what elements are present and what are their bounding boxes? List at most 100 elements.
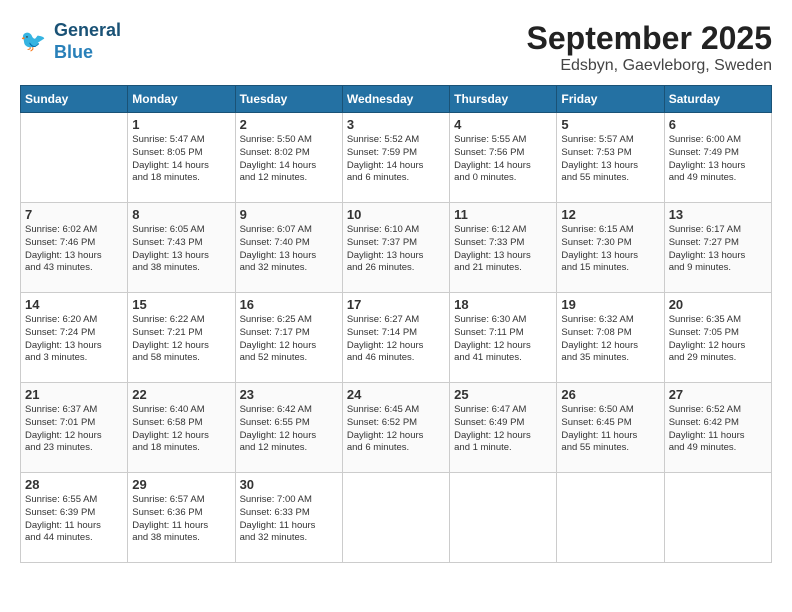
day-number: 22 bbox=[132, 387, 230, 402]
day-content: Sunrise: 6:35 AM Sunset: 7:05 PM Dayligh… bbox=[669, 314, 767, 365]
calendar-header-row: SundayMondayTuesdayWednesdayThursdayFrid… bbox=[21, 86, 772, 113]
day-number: 19 bbox=[561, 297, 659, 312]
month-title: September 2025 bbox=[527, 20, 772, 57]
day-content: Sunrise: 7:00 AM Sunset: 6:33 PM Dayligh… bbox=[240, 494, 338, 545]
day-content: Sunrise: 6:42 AM Sunset: 6:55 PM Dayligh… bbox=[240, 404, 338, 455]
title-section: September 2025 Edsbyn, Gaevleborg, Swede… bbox=[527, 20, 772, 75]
day-content: Sunrise: 5:55 AM Sunset: 7:56 PM Dayligh… bbox=[454, 134, 552, 185]
calendar-cell: 10Sunrise: 6:10 AM Sunset: 7:37 PM Dayli… bbox=[342, 203, 449, 293]
logo: 🐦 General Blue bbox=[20, 20, 121, 63]
day-number: 12 bbox=[561, 207, 659, 222]
day-number: 21 bbox=[25, 387, 123, 402]
calendar-cell: 13Sunrise: 6:17 AM Sunset: 7:27 PM Dayli… bbox=[664, 203, 771, 293]
calendar-cell: 9 Sunrise: 6:07 AM Sunset: 7:40 PM Daylig… bbox=[235, 203, 342, 293]
day-number: 24 bbox=[347, 387, 445, 402]
day-content: Sunrise: 6:12 AM Sunset: 7:33 PM Dayligh… bbox=[454, 224, 552, 275]
day-number: 25 bbox=[454, 387, 552, 402]
day-number: 4 bbox=[454, 117, 552, 132]
calendar-week-1: 1Sunrise: 5:47 AM Sunset: 8:05 PM Daylig… bbox=[21, 113, 772, 203]
day-content: Sunrise: 5:50 AM Sunset: 8:02 PM Dayligh… bbox=[240, 134, 338, 185]
day-content: Sunrise: 6:00 AM Sunset: 7:49 PM Dayligh… bbox=[669, 134, 767, 185]
calendar-cell: 19 Sunrise: 6:32 AM Sunset: 7:08 PM Dayli… bbox=[557, 293, 664, 383]
day-content: Sunrise: 6:02 AM Sunset: 7:46 PM Dayligh… bbox=[25, 224, 123, 275]
day-content: Sunrise: 6:10 AM Sunset: 7:37 PM Dayligh… bbox=[347, 224, 445, 275]
page-header: 🐦 General Blue September 2025 Edsbyn, Ga… bbox=[20, 20, 772, 75]
day-content: Sunrise: 6:17 AM Sunset: 7:27 PM Dayligh… bbox=[669, 224, 767, 275]
column-header-friday: Friday bbox=[557, 86, 664, 113]
day-number: 5 bbox=[561, 117, 659, 132]
calendar-week-3: 14 Sunrise: 6:20 AM Sunset: 7:24 PM Dayli… bbox=[21, 293, 772, 383]
column-header-wednesday: Wednesday bbox=[342, 86, 449, 113]
location-title: Edsbyn, Gaevleborg, Sweden bbox=[527, 57, 772, 75]
calendar-cell bbox=[557, 473, 664, 563]
svg-text:🐦: 🐦 bbox=[20, 30, 46, 53]
day-number: 15 bbox=[132, 297, 230, 312]
calendar-cell: 21 Sunrise: 6:37 AM Sunset: 7:01 PM Dayli… bbox=[21, 383, 128, 473]
column-header-tuesday: Tuesday bbox=[235, 86, 342, 113]
day-content: Sunrise: 6:45 AM Sunset: 6:52 PM Dayligh… bbox=[347, 404, 445, 455]
calendar-cell: 29 Sunrise: 6:57 AM Sunset: 6:36 PM Dayli… bbox=[128, 473, 235, 563]
calendar-table: SundayMondayTuesdayWednesdayThursdayFrid… bbox=[20, 85, 772, 563]
calendar-cell bbox=[664, 473, 771, 563]
day-content: Sunrise: 6:25 AM Sunset: 7:17 PM Dayligh… bbox=[240, 314, 338, 365]
day-content: Sunrise: 6:57 AM Sunset: 6:36 PM Dayligh… bbox=[132, 494, 230, 545]
calendar-cell: 26 Sunrise: 6:50 AM Sunset: 6:45 PM Dayli… bbox=[557, 383, 664, 473]
day-content: Sunrise: 6:15 AM Sunset: 7:30 PM Dayligh… bbox=[561, 224, 659, 275]
day-content: Sunrise: 6:20 AM Sunset: 7:24 PM Dayligh… bbox=[25, 314, 123, 365]
day-content: Sunrise: 6:07 AM Sunset: 7:40 PM Dayligh… bbox=[240, 224, 338, 275]
calendar-cell: 22 Sunrise: 6:40 AM Sunset: 6:58 PM Dayli… bbox=[128, 383, 235, 473]
day-number: 14 bbox=[25, 297, 123, 312]
calendar-cell: 7 Sunrise: 6:02 AM Sunset: 7:46 PM Daylig… bbox=[21, 203, 128, 293]
day-number: 17 bbox=[347, 297, 445, 312]
calendar-cell: 14 Sunrise: 6:20 AM Sunset: 7:24 PM Dayli… bbox=[21, 293, 128, 383]
column-header-sunday: Sunday bbox=[21, 86, 128, 113]
calendar-cell bbox=[342, 473, 449, 563]
day-number: 18 bbox=[454, 297, 552, 312]
day-content: Sunrise: 6:37 AM Sunset: 7:01 PM Dayligh… bbox=[25, 404, 123, 455]
day-content: Sunrise: 6:05 AM Sunset: 7:43 PM Dayligh… bbox=[132, 224, 230, 275]
day-content: Sunrise: 6:32 AM Sunset: 7:08 PM Dayligh… bbox=[561, 314, 659, 365]
calendar-cell: 20 Sunrise: 6:35 AM Sunset: 7:05 PM Dayli… bbox=[664, 293, 771, 383]
day-number: 20 bbox=[669, 297, 767, 312]
calendar-cell: 23 Sunrise: 6:42 AM Sunset: 6:55 PM Dayli… bbox=[235, 383, 342, 473]
calendar-cell: 27Sunrise: 6:52 AM Sunset: 6:42 PM Dayli… bbox=[664, 383, 771, 473]
day-content: Sunrise: 6:50 AM Sunset: 6:45 PM Dayligh… bbox=[561, 404, 659, 455]
day-content: Sunrise: 6:22 AM Sunset: 7:21 PM Dayligh… bbox=[132, 314, 230, 365]
day-content: Sunrise: 6:27 AM Sunset: 7:14 PM Dayligh… bbox=[347, 314, 445, 365]
day-number: 23 bbox=[240, 387, 338, 402]
calendar-cell: 3 Sunrise: 5:52 AM Sunset: 7:59 PM Daylig… bbox=[342, 113, 449, 203]
day-number: 28 bbox=[25, 477, 123, 492]
calendar-cell: 6 Sunrise: 6:00 AM Sunset: 7:49 PM Daylig… bbox=[664, 113, 771, 203]
day-content: Sunrise: 6:40 AM Sunset: 6:58 PM Dayligh… bbox=[132, 404, 230, 455]
calendar-cell: 24 Sunrise: 6:45 AM Sunset: 6:52 PM Dayli… bbox=[342, 383, 449, 473]
calendar-cell: 17 Sunrise: 6:27 AM Sunset: 7:14 PM Dayli… bbox=[342, 293, 449, 383]
day-number: 3 bbox=[347, 117, 445, 132]
day-number: 6 bbox=[669, 117, 767, 132]
day-number: 7 bbox=[25, 207, 123, 222]
column-header-saturday: Saturday bbox=[664, 86, 771, 113]
day-number: 26 bbox=[561, 387, 659, 402]
logo-icon: 🐦 bbox=[20, 27, 50, 57]
day-content: Sunrise: 5:52 AM Sunset: 7:59 PM Dayligh… bbox=[347, 134, 445, 185]
calendar-cell: 4 Sunrise: 5:55 AM Sunset: 7:56 PM Daylig… bbox=[450, 113, 557, 203]
day-number: 1 bbox=[132, 117, 230, 132]
day-number: 2 bbox=[240, 117, 338, 132]
day-number: 11 bbox=[454, 207, 552, 222]
day-number: 29 bbox=[132, 477, 230, 492]
calendar-week-5: 28 Sunrise: 6:55 AM Sunset: 6:39 PM Dayli… bbox=[21, 473, 772, 563]
calendar-week-4: 21 Sunrise: 6:37 AM Sunset: 7:01 PM Dayli… bbox=[21, 383, 772, 473]
calendar-cell: 11 Sunrise: 6:12 AM Sunset: 7:33 PM Dayli… bbox=[450, 203, 557, 293]
day-content: Sunrise: 6:47 AM Sunset: 6:49 PM Dayligh… bbox=[454, 404, 552, 455]
calendar-cell bbox=[450, 473, 557, 563]
calendar-cell: 28 Sunrise: 6:55 AM Sunset: 6:39 PM Dayli… bbox=[21, 473, 128, 563]
calendar-cell: 16Sunrise: 6:25 AM Sunset: 7:17 PM Dayli… bbox=[235, 293, 342, 383]
calendar-cell: 5Sunrise: 5:57 AM Sunset: 7:53 PM Daylig… bbox=[557, 113, 664, 203]
day-number: 30 bbox=[240, 477, 338, 492]
calendar-cell bbox=[21, 113, 128, 203]
logo-text: General Blue bbox=[54, 20, 121, 63]
calendar-week-2: 7 Sunrise: 6:02 AM Sunset: 7:46 PM Daylig… bbox=[21, 203, 772, 293]
day-number: 9 bbox=[240, 207, 338, 222]
calendar-cell: 12 Sunrise: 6:15 AM Sunset: 7:30 PM Dayli… bbox=[557, 203, 664, 293]
day-number: 27 bbox=[669, 387, 767, 402]
day-content: Sunrise: 6:55 AM Sunset: 6:39 PM Dayligh… bbox=[25, 494, 123, 545]
